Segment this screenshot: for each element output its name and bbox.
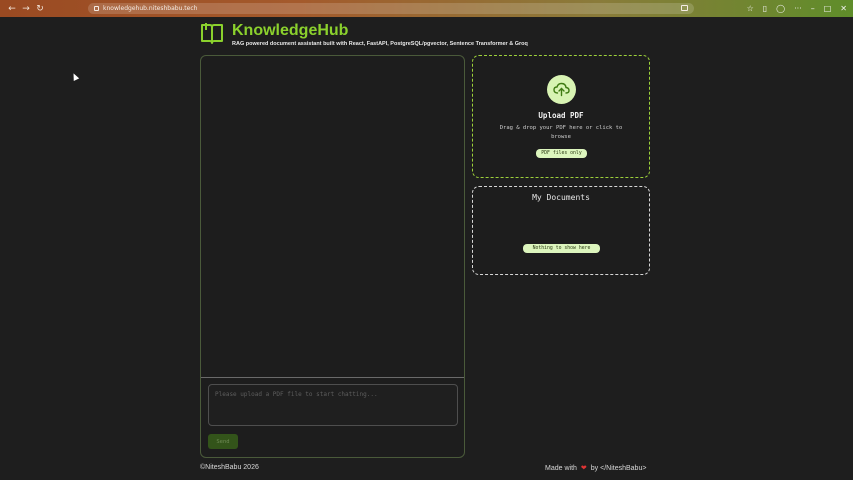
page-title: KnowledgeHub xyxy=(232,22,349,39)
cloud-upload-icon xyxy=(553,82,570,97)
close-icon[interactable]: ✕ xyxy=(840,4,847,13)
empty-state-badge: Nothing to show here xyxy=(523,244,600,253)
app-header: KnowledgeHub RAG powered document assist… xyxy=(200,21,528,47)
documents-title: My Documents xyxy=(532,193,590,202)
chat-panel: Send xyxy=(200,55,465,458)
page: KnowledgeHub RAG powered document assist… xyxy=(0,17,853,480)
upload-dropzone[interactable]: Upload PDF Drag & drop your PDF here or … xyxy=(472,55,650,178)
forward-arrow-icon[interactable]: → xyxy=(20,3,32,15)
footer-author-link[interactable]: by </NiteshBabu> xyxy=(591,465,647,472)
heart-icon: ❤ xyxy=(580,465,587,472)
brand: KnowledgeHub RAG powered document assist… xyxy=(232,21,528,47)
upload-title: Upload PDF xyxy=(538,111,584,120)
reader-view-icon[interactable] xyxy=(681,5,688,11)
page-subtitle: RAG powered document assistant built wit… xyxy=(232,41,528,47)
send-button[interactable]: Send xyxy=(208,434,238,449)
address-url: knowledgehub.niteshbabu.tech xyxy=(103,5,198,12)
footer-credit: Made with ❤ by </NiteshBabu> xyxy=(545,464,647,473)
site-info-icon[interactable] xyxy=(94,6,99,11)
address-bar[interactable]: knowledgehub.niteshbabu.tech xyxy=(88,3,694,14)
open-book-icon xyxy=(201,23,223,44)
chat-input[interactable] xyxy=(208,384,458,426)
more-menu-icon[interactable]: ··· xyxy=(794,4,802,13)
maximize-icon[interactable]: □ xyxy=(824,4,832,13)
mouse-cursor-icon xyxy=(70,72,80,81)
reload-icon[interactable]: ↻ xyxy=(34,3,46,15)
chat-messages-area[interactable] xyxy=(201,56,464,378)
documents-panel: My Documents Nothing to show here xyxy=(472,186,650,275)
upload-icon-circle xyxy=(547,75,576,104)
footer-copyright: ©NiteshBabu 2026 xyxy=(200,464,259,471)
browser-toolbar: ← → ↻ knowledgehub.niteshbabu.tech ☆ ▯ ◯… xyxy=(0,0,853,17)
back-arrow-icon[interactable]: ← xyxy=(6,3,18,15)
upload-description: Drag & drop your PDF here or click to br… xyxy=(499,125,623,140)
split-screen-icon[interactable]: ▯ xyxy=(763,4,767,13)
profile-icon[interactable]: ◯ xyxy=(776,4,785,13)
favorites-icon[interactable]: ☆ xyxy=(747,4,754,13)
browser-actions: ☆ ▯ ◯ ··· – □ ✕ xyxy=(747,0,847,17)
pdf-only-badge: PDF files only xyxy=(536,149,587,158)
minimize-icon[interactable]: – xyxy=(811,4,815,13)
footer-made-with: Made with xyxy=(545,464,577,472)
